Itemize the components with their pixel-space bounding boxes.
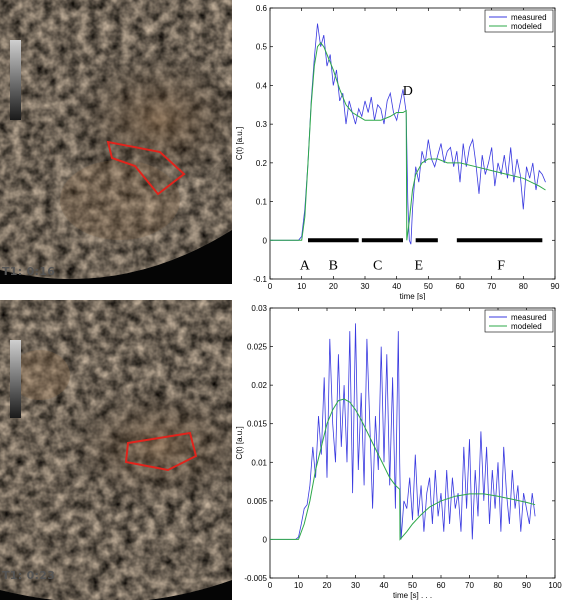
x-tick-label: 40 [380,581,389,590]
legend: measuredmodeled [484,9,554,33]
x-tick-label: 0 [268,581,273,590]
y-axis-title: C(t) [a.u.] [235,426,244,459]
phase-label-D: D [403,84,413,99]
x-tick-label: 70 [465,581,474,590]
x-tick-label: 50 [424,282,433,291]
y-tick-label: 0.2 [256,159,268,168]
ultrasound-scan-top [0,0,232,284]
legend-label-measured: measured [511,13,547,22]
phase-label-B: B [329,258,338,273]
plot-frame [269,307,556,579]
y-axis-title: C(t) [a.u.] [235,127,244,160]
y-tick-label: -0.005 [244,574,267,583]
legend-label-measured: measured [511,313,547,322]
legend: measuredmodeled [484,309,554,333]
phase-label-A: A [300,258,311,273]
legend-label-modeled: modeled [511,322,542,331]
x-tick-label: 90 [522,581,531,590]
x-tick-label: 90 [551,282,560,291]
x-tick-label: 10 [297,282,306,291]
x-tick-label: 60 [456,282,465,291]
y-tick-label: 0.015 [247,420,268,429]
chart-svg-top: 0 10 20 30 40 50 60 70 80 90-0.100.10.20.30.40.50… [235,4,560,300]
y-tick-label: 0.005 [247,497,268,506]
y-tick-label: 0.6 [256,4,268,13]
timestamp-label-top: T1: 0:16 [2,265,56,278]
y-tick-label: 0.02 [251,381,267,390]
phase-label-F: F [497,258,505,273]
y-tick-label: 0 [263,535,268,544]
grayscale-bar [10,40,21,120]
x-tick-label: 30 [361,282,370,291]
legend-label-modeled: modeled [511,22,542,31]
x-tick-label: 10 [294,581,303,590]
phase-label-C: C [373,258,382,273]
phase-label-E: E [415,258,424,273]
y-tick-label: -0.1 [253,275,267,284]
x-tick-label: 70 [487,282,496,291]
y-tick-label: 0.025 [247,343,268,352]
x-tick-label: 50 [408,581,417,590]
y-tick-label: 0.03 [251,304,267,313]
x-tick-label: 30 [351,581,360,590]
x-axis-title: time [s] [400,292,426,300]
chart-svg-bottom: 0 10 20 30 40 50 60 70 80 90 100-0.00500.0050.010.… [235,304,562,600]
y-tick-label: 0.5 [256,43,268,52]
timestamp-label-bottom: T1: 0:23 [2,569,56,582]
time-intensity-chart-bottom: 0 10 20 30 40 50 60 70 80 90 100 -0.005 0 0.005 0.01 0.… [232,300,567,600]
time-intensity-chart-top: 0 10 20 30 40 50 60 70 80 90 -0.1 0 0.1 0.2 0.3 0.4 0.5 0… [232,0,567,300]
y-tick-label: 0 [263,236,268,245]
ultrasound-scan-bottom [0,300,232,600]
ultrasound-image-top: T1: 0:16 [0,0,232,284]
x-tick-label: 20 [329,282,338,291]
x-tick-label: 60 [437,581,446,590]
x-tick-label: 20 [323,581,332,590]
ultrasound-image-bottom: T1: 0:23 [0,300,232,600]
x-tick-label: 0 [268,282,273,291]
y-tick-label: 0.1 [256,198,268,207]
grayscale-bar [10,340,21,418]
y-tick-label: 0.01 [251,458,267,467]
x-tick-label: 80 [519,282,528,291]
y-tick-label: 0.3 [256,120,268,129]
x-tick-label: 100 [548,581,562,590]
x-tick-label: 80 [494,581,503,590]
x-axis-title: time [s] . . . [393,591,432,600]
y-tick-label: 0.4 [256,81,268,90]
x-tick-label: 40 [392,282,401,291]
